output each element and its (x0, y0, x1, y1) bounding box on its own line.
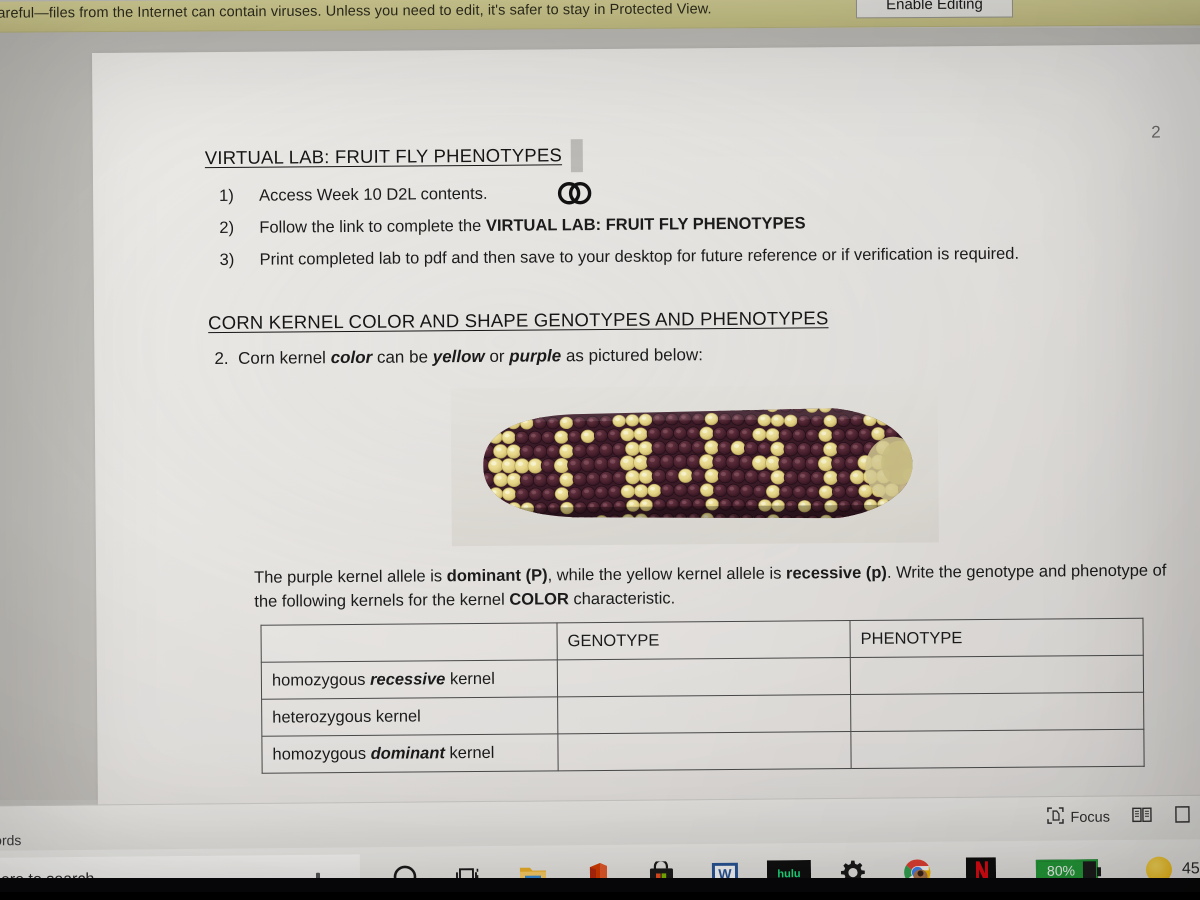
document-page: 2 VIRTUAL LAB: FRUIT FLY PHENOTYPES 1) A… (92, 44, 1200, 808)
focus-label: Focus (1070, 809, 1110, 825)
list-item: 2) Follow the link to complete the VIRTU… (219, 211, 1199, 238)
instructions-list: 1) Access Week 10 D2L contents. 2) Follo… (219, 179, 1200, 283)
laptop-bezel-edge (0, 892, 1200, 900)
row-label: heterozygous kernel (262, 697, 558, 736)
cell-genotype[interactable] (558, 695, 851, 734)
cell-genotype[interactable] (557, 658, 850, 697)
table-row: homozygous dominant kernel (262, 729, 1144, 773)
sentence-part: as pictured below: (561, 345, 703, 365)
list-item-text: Follow the link to complete the (259, 217, 486, 237)
battery-terminal (1097, 867, 1101, 876)
paragraph-part: The purple kernel allele is (254, 567, 447, 587)
row-label-emphasis: recessive (370, 670, 445, 689)
table-header-blank (261, 623, 557, 662)
enable-editing-button[interactable]: Enable Editing (856, 0, 1013, 18)
row-label-part: kernel (445, 743, 495, 761)
document-body: VIRTUAL LAB: FRUIT FLY PHENOTYPES 1) Acc… (205, 139, 1195, 147)
row-label: homozygous dominant kernel (262, 734, 558, 773)
sentence-part: can be (372, 347, 433, 366)
genotype-phenotype-table: GENOTYPE PHENOTYPE homozygous recessive … (260, 618, 1144, 774)
paragraph-bold: COLOR (509, 590, 569, 608)
laptop-screen-photo: 2 VIRTUAL LAB: FRUIT FLY PHENOTYPES 1) A… (0, 0, 1200, 900)
print-layout-icon (1174, 806, 1191, 827)
print-layout-button[interactable] (1174, 806, 1191, 827)
corn-color-sentence: 2. Corn kernel color can be yellow or pu… (214, 345, 703, 369)
row-label-part: homozygous (272, 744, 370, 763)
heading-virtual-lab: VIRTUAL LAB: FRUIT FLY PHENOTYPES (205, 144, 562, 169)
list-item-number: 1) (219, 187, 234, 206)
list-item-number: 3) (220, 251, 235, 270)
heading-corn-kernel: CORN KERNEL COLOR AND SHAPE GENOTYPES AN… (208, 307, 829, 334)
sentence-emphasis: yellow (433, 347, 485, 366)
table-header-genotype: GENOTYPE (557, 621, 850, 660)
list-item-bold-text: VIRTUAL LAB: FRUIT FLY PHENOTYPES (486, 214, 806, 235)
status-bar-right-group: Focus (1046, 806, 1191, 828)
battery-percent-label: 80% (1038, 862, 1075, 878)
row-label-part: homozygous (272, 670, 370, 689)
paragraph-bold: recessive (p) (786, 564, 887, 583)
cell-genotype[interactable] (558, 732, 851, 771)
protected-view-message: careful—files from the Internet can cont… (0, 1, 712, 21)
read-mode-button[interactable] (1132, 806, 1152, 827)
temperature-label: 45 (1182, 860, 1200, 878)
table-header-phenotype: PHENOTYPE (850, 618, 1143, 657)
paragraph-part: characteristic. (569, 589, 676, 608)
corn-cob-illustration (463, 396, 926, 533)
word-count-label: ords (0, 832, 21, 848)
list-item-text: Access Week 10 D2L contents. (259, 185, 488, 205)
sentence-emphasis: purple (509, 346, 561, 365)
allele-paragraph: The purple kernel allele is dominant (P)… (254, 559, 1184, 614)
d2l-logo-icon (555, 180, 595, 206)
sentence-part: or (485, 347, 510, 366)
row-label-part: heterozygous kernel (272, 707, 421, 726)
page-number: 2 (1151, 123, 1161, 143)
list-item-number: 2) (219, 219, 234, 238)
list-item: 3) Print completed lab to pdf and then s… (220, 243, 1200, 270)
list-item-text: Print completed lab to pdf and then save… (260, 245, 1020, 269)
row-label-part: kernel (445, 669, 495, 687)
sentence-part: Corn kernel (238, 348, 331, 368)
cell-phenotype[interactable] (851, 729, 1144, 768)
sentence-number: 2. (214, 349, 228, 368)
cell-phenotype[interactable] (851, 692, 1144, 731)
paragraph-bold: dominant (P) (447, 566, 548, 585)
list-item: 1) Access Week 10 D2L contents. (219, 179, 1199, 206)
corn-cob-image (451, 384, 939, 546)
row-label-emphasis: dominant (371, 744, 445, 763)
sentence-emphasis: color (331, 348, 373, 367)
book-icon (1132, 806, 1152, 827)
cell-phenotype[interactable] (850, 655, 1143, 694)
focus-icon (1046, 807, 1063, 828)
text-cursor-block (571, 139, 583, 172)
focus-mode-button[interactable]: Focus (1046, 807, 1110, 829)
paragraph-part: , while the yellow kernel allele is (547, 565, 786, 585)
row-label: homozygous recessive kernel (261, 660, 557, 699)
